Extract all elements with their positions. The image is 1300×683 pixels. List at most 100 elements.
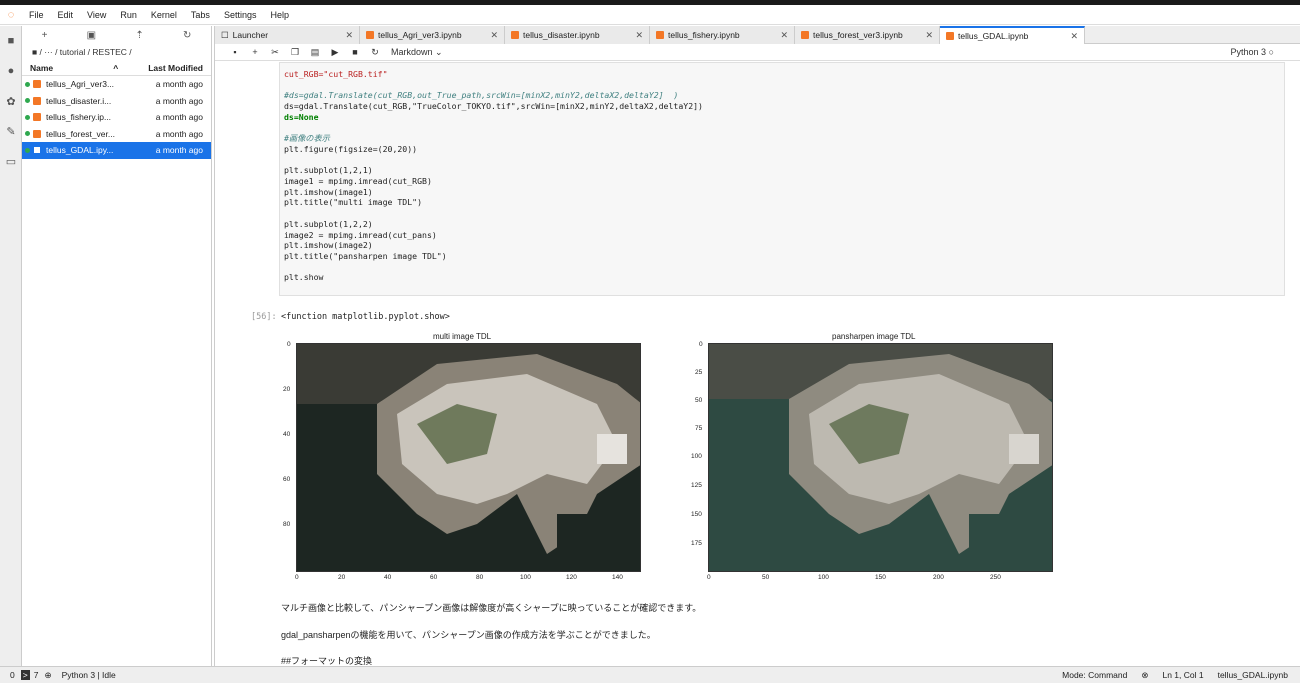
new-folder-icon[interactable]: ▣ [87, 30, 96, 41]
cursor-position[interactable]: Ln 1, Col 1 [1162, 670, 1203, 681]
running-dot-icon [25, 147, 30, 153]
running-dot-icon [25, 131, 30, 137]
menu-view[interactable]: View [80, 10, 113, 20]
notebook-icon [33, 146, 41, 155]
close-icon[interactable]: ✕ [925, 30, 933, 41]
sort-caret-icon: ^ [113, 63, 119, 73]
running-icon[interactable]: ● [0, 56, 22, 86]
plot1-xtick: 60 [430, 574, 438, 581]
main-dock: ☐ Launcher ✕ tellus_Agri_ver3.ipynb ✕ tellu… [214, 26, 1300, 666]
tab-label: tellus_forest_ver3.ipynb [813, 30, 903, 40]
tab-fishery[interactable]: tellus_fishery.ipynb ✕ [650, 26, 795, 44]
add-cell-icon[interactable]: + [245, 47, 265, 57]
file-row[interactable]: tellus_fishery.ip... a month ago [22, 109, 211, 126]
menu-run[interactable]: Run [113, 10, 144, 20]
output-prompt: [56]: [251, 312, 277, 322]
new-launcher-icon[interactable]: + [42, 30, 48, 41]
menu-settings[interactable]: Settings [217, 10, 264, 20]
kernel-name[interactable]: Python 3 ○ [1231, 47, 1274, 57]
folder-small-icon: ■ [32, 47, 40, 57]
plot2-ytick: 100 [691, 453, 702, 460]
notebook-icon [801, 31, 809, 39]
plot1-ytick: 0 [287, 341, 291, 348]
file-row[interactable]: tellus_disaster.i... a month ago [22, 93, 211, 110]
code-line: image2 = mpimg.imread(cut_pans) [284, 229, 437, 240]
wrench-icon[interactable]: ✎ [0, 116, 22, 146]
file-modified: a month ago [155, 128, 203, 139]
markdown-paragraph: マルチ画像と比較して、パンシャープン画像は解像度が高くシャープに映っていることが… [281, 603, 702, 613]
plot2-xtick: 200 [933, 574, 944, 581]
col-name[interactable]: Name [30, 60, 113, 75]
notebook-icon [33, 80, 41, 89]
file-name: tellus_GDAL.ipy... [46, 145, 114, 155]
col-modified[interactable]: Last Modified [148, 60, 203, 75]
upload-icon[interactable]: ⇡ [135, 30, 143, 41]
file-row[interactable]: tellus_Agri_ver3... a month ago [22, 76, 211, 93]
plot1-ytick: 60 [283, 476, 291, 483]
file-browser: + ▣ ⇡ ↻ ■ / ··· / tutorial / RESTEC / Na… [22, 26, 212, 666]
status-bar: 0 > 7 ⊕ Python 3 | Idle Mode: Command ⊗ … [0, 666, 1300, 683]
folder-icon[interactable]: ■ [0, 26, 22, 56]
tab-agri[interactable]: tellus_Agri_ver3.ipynb ✕ [360, 26, 505, 44]
code-line: plt.figure(figsize=(20,20)) [284, 143, 418, 154]
tabs-icon[interactable]: ▭ [0, 146, 22, 176]
breadcrumb[interactable]: ■ / ··· / tutorial / RESTEC / [22, 44, 211, 60]
plot1-image [296, 343, 641, 572]
menu-file[interactable]: File [22, 10, 51, 20]
plot2-xtick: 100 [818, 574, 829, 581]
markdown-paragraph: gdal_pansharpenの機能を用いて、パンシャープン画像の作成方法を学ぶ… [281, 630, 656, 640]
palette-icon[interactable]: ✿ [0, 86, 22, 116]
menu-bar: ◌ File Edit View Run Kernel Tabs Setting… [0, 5, 1300, 25]
close-icon[interactable]: ✕ [780, 30, 788, 41]
save-icon[interactable]: ▪ [225, 47, 245, 57]
tab-gdal[interactable]: tellus_GDAL.ipynb ✕ [940, 26, 1085, 44]
restart-icon[interactable]: ↻ [365, 47, 385, 58]
notebook-icon [33, 96, 41, 105]
plot2-ytick: 125 [691, 482, 702, 489]
spellcheck-icon[interactable]: ⊗ [1141, 670, 1148, 681]
file-modified: a month ago [155, 145, 203, 155]
tab-forest[interactable]: tellus_forest_ver3.ipynb ✕ [795, 26, 940, 44]
close-icon[interactable]: ✕ [490, 30, 498, 41]
mode-status[interactable]: Mode: Command [1062, 670, 1127, 681]
menu-tabs[interactable]: Tabs [184, 10, 217, 20]
file-row-selected[interactable]: tellus_GDAL.ipy... a month ago [22, 142, 211, 159]
code-line: plt.imshow(image2) [284, 240, 373, 251]
code-cell[interactable]: cut_RGB="cut_RGB.tif" #ds=gdal.Translate… [279, 62, 1285, 296]
file-name: tellus_forest_ver... [46, 128, 115, 139]
plot2-xtick: 0 [707, 574, 711, 581]
file-modified: a month ago [155, 79, 203, 89]
run-icon[interactable]: ▶ [325, 47, 345, 58]
code-line: image1 = mpimg.imread(cut_RGB) [284, 176, 432, 187]
tab-disaster[interactable]: tellus_disaster.ipynb ✕ [505, 26, 650, 44]
stop-icon[interactable]: ■ [345, 47, 365, 57]
plot2-ytick: 0 [699, 341, 703, 348]
close-icon[interactable]: ✕ [345, 30, 353, 41]
cut-icon[interactable]: ✂ [265, 47, 285, 58]
paste-icon[interactable]: ▤ [305, 47, 325, 58]
refresh-icon[interactable]: ↻ [183, 30, 191, 41]
tab-label: tellus_disaster.ipynb [523, 30, 600, 40]
close-icon[interactable]: ✕ [635, 30, 643, 41]
menu-edit[interactable]: Edit [51, 10, 81, 20]
tab-launcher[interactable]: ☐ Launcher ✕ [215, 26, 360, 44]
file-browser-toolbar: + ▣ ⇡ ↻ [22, 26, 211, 44]
notebook-icon [656, 31, 664, 39]
notebook-icon [33, 113, 41, 122]
menu-kernel[interactable]: Kernel [144, 10, 184, 20]
plot1-xtick: 100 [520, 574, 531, 581]
plot2-ytick: 75 [695, 425, 703, 432]
kernel-status[interactable]: Python 3 | Idle [62, 670, 116, 680]
plot2-xtick: 250 [990, 574, 1001, 581]
plot2-ytick: 25 [695, 369, 703, 376]
plot2-title: pansharpen image TDL [832, 332, 916, 341]
copy-icon[interactable]: ❐ [285, 47, 305, 58]
status-count: 0 [10, 670, 15, 680]
terminal-count: 7 [33, 670, 39, 680]
markdown-heading: ##フォーマットの変換 [281, 656, 373, 666]
file-row[interactable]: tellus_forest_ver... a month ago [22, 126, 211, 143]
menu-help[interactable]: Help [263, 10, 296, 20]
cell-type-select[interactable]: Markdown ⌄ [391, 47, 443, 58]
notebook-toolbar: ▪ + ✂ ❐ ▤ ▶ ■ ↻ Markdown ⌄ Python 3 ○ [215, 44, 1300, 61]
close-icon[interactable]: ✕ [1070, 31, 1078, 42]
